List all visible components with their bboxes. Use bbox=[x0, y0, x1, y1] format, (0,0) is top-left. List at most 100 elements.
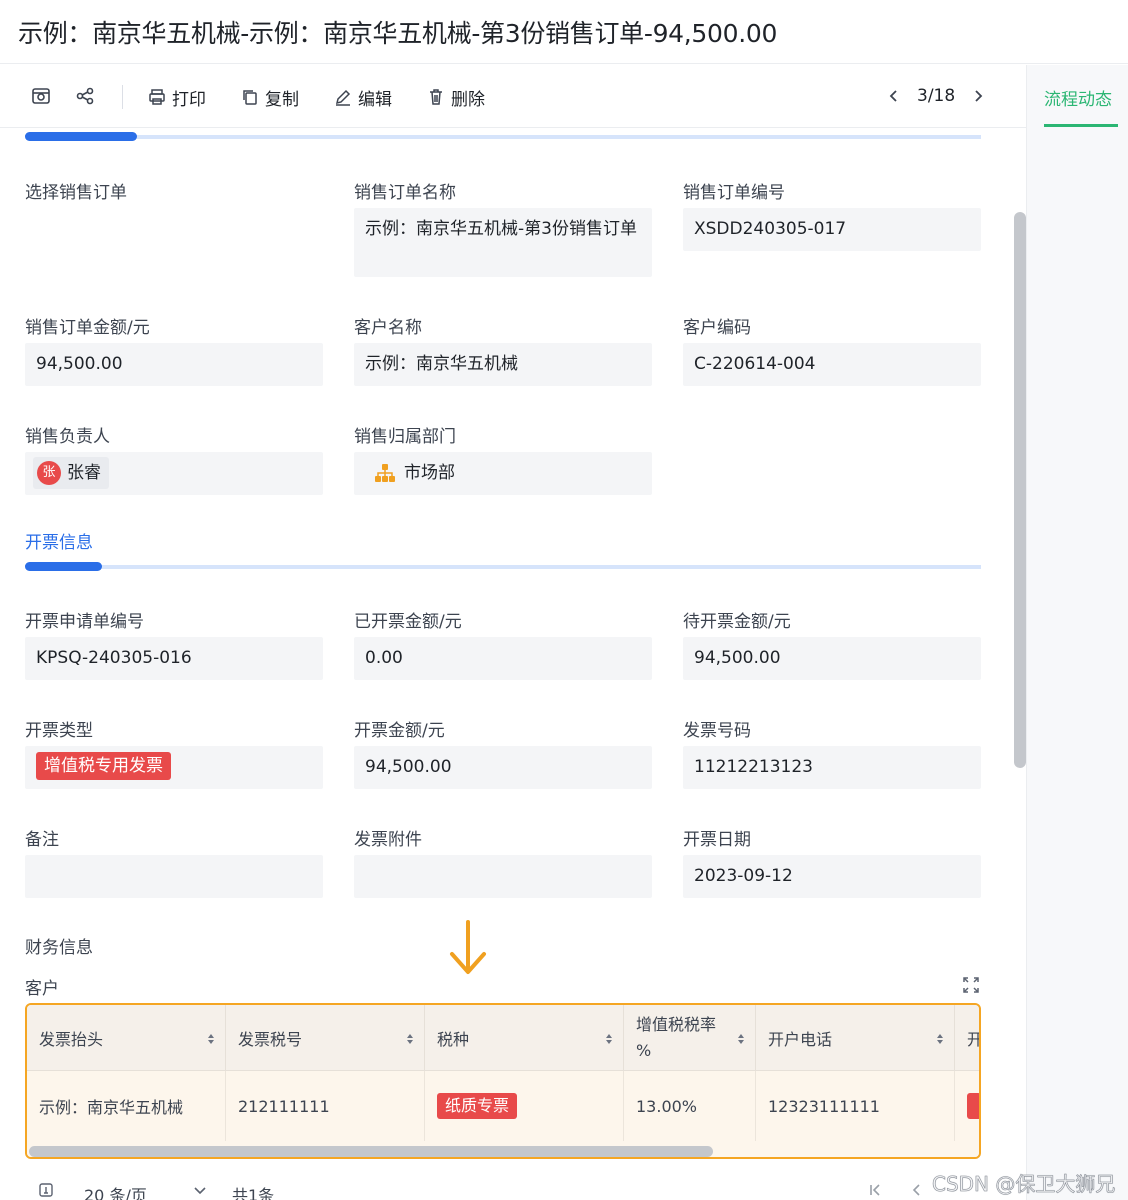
printer-icon bbox=[149, 89, 165, 105]
invoice-date-value: 2023-09-12 bbox=[694, 866, 793, 886]
cell-tax-no: 212111111 bbox=[226, 1071, 425, 1141]
customer-subtable-label: 客户 bbox=[25, 979, 59, 999]
column-header-tax-no[interactable]: 发票税号 bbox=[226, 1005, 425, 1071]
invoice-amount-label: 开票金额/元 bbox=[354, 721, 445, 741]
sort-icon[interactable] bbox=[207, 1033, 215, 1045]
column-header-phone[interactable]: 开户电话 bbox=[756, 1005, 955, 1071]
toolbar-divider bbox=[122, 85, 123, 109]
page-size-select[interactable]: 20 条/页 bbox=[84, 1182, 147, 1200]
customer-name-value: 示例：南京华五机械 bbox=[365, 354, 518, 374]
print-button[interactable]: 打印 bbox=[148, 84, 206, 110]
pending-amount-label: 待开票金额/元 bbox=[683, 612, 791, 632]
order-name-value: 示例：南京华五机械-第3份销售订单 bbox=[365, 219, 637, 239]
invoice-no-label: 发票号码 bbox=[683, 721, 751, 741]
invoice-type-label: 开票类型 bbox=[25, 721, 93, 741]
prev-page-button[interactable] bbox=[910, 1182, 924, 1200]
column-header-invoice-title[interactable]: 发票抬头 bbox=[27, 1005, 226, 1071]
vertical-scrollbar[interactable] bbox=[1014, 212, 1026, 768]
sales-dept-label: 销售归属部门 bbox=[354, 427, 456, 447]
owner-name: 张睿 bbox=[67, 463, 101, 483]
edit-button[interactable]: 编辑 bbox=[334, 84, 392, 110]
column-header-truncated[interactable]: 开 bbox=[955, 1005, 979, 1071]
invoice-date-field: 2023-09-12 bbox=[683, 855, 981, 898]
invoice-section-title: 开票信息 bbox=[25, 533, 93, 553]
invoice-section-bar bbox=[25, 562, 981, 571]
customer-code-field: C-220614-004 bbox=[683, 343, 981, 386]
order-no-value: XSDD240305-017 bbox=[694, 219, 847, 239]
cell-tax-type: 纸质专票 bbox=[425, 1071, 624, 1141]
apply-no-field: KPSQ-240305-016 bbox=[25, 637, 323, 680]
chevron-down-icon[interactable] bbox=[193, 1186, 207, 1196]
order-no-field: XSDD240305-017 bbox=[683, 208, 981, 251]
active-tab-indicator bbox=[1044, 124, 1118, 127]
order-name-field: 示例：南京华五机械-第3份销售订单 bbox=[354, 208, 652, 277]
dept-name: 市场部 bbox=[404, 463, 455, 483]
previous-record-button[interactable] bbox=[884, 85, 904, 107]
order-amount-label: 销售订单金额/元 bbox=[25, 318, 150, 338]
invoice-type-tag: 增值税专用发票 bbox=[36, 752, 171, 780]
column-header-tax-type[interactable]: 税种 bbox=[425, 1005, 624, 1071]
horizontal-scrollbar[interactable] bbox=[29, 1146, 713, 1157]
finance-info-title: 财务信息 bbox=[25, 938, 93, 958]
dept-chip[interactable]: 市场部 bbox=[370, 457, 459, 489]
record-pager: 3/18 bbox=[917, 86, 956, 106]
fullscreen-icon[interactable] bbox=[962, 976, 980, 994]
customer-code-value: C-220614-004 bbox=[694, 354, 816, 374]
person-chip[interactable]: 张 张睿 bbox=[33, 457, 109, 489]
invoice-no-value: 11212213123 bbox=[694, 757, 813, 777]
attachment-label: 发票附件 bbox=[354, 830, 422, 850]
order-amount-value: 94,500.00 bbox=[36, 354, 123, 374]
sales-owner-label: 销售负责人 bbox=[25, 427, 110, 447]
table-row[interactable]: 示例：南京华五机械 212111111 纸质专票 13.00% 12323111… bbox=[27, 1071, 979, 1141]
invoiced-amount-field: 0.00 bbox=[354, 637, 652, 680]
order-no-label: 销售订单编号 bbox=[683, 183, 785, 203]
apply-no-label: 开票申请单编号 bbox=[25, 612, 144, 632]
remark-field bbox=[25, 855, 323, 898]
cell-vat-rate: 13.00% bbox=[624, 1071, 756, 1141]
copy-button[interactable]: 复制 bbox=[241, 84, 299, 110]
share-icon[interactable] bbox=[74, 85, 96, 107]
print-label: 打印 bbox=[172, 89, 206, 110]
customer-name-label: 客户名称 bbox=[354, 318, 422, 338]
sort-icon[interactable] bbox=[605, 1033, 613, 1045]
invoice-amount-field: 94,500.00 bbox=[354, 746, 652, 789]
org-tree-icon bbox=[375, 464, 395, 482]
watermark: CSDN @保卫大狮兄 bbox=[932, 1172, 1116, 1197]
pending-amount-field: 94,500.00 bbox=[683, 637, 981, 680]
sort-icon[interactable] bbox=[936, 1033, 944, 1045]
cell-invoice-title: 示例：南京华五机械 bbox=[27, 1071, 226, 1141]
truncated-tag bbox=[967, 1093, 979, 1119]
pending-amount-value: 94,500.00 bbox=[694, 648, 781, 668]
chevron-left-icon bbox=[889, 90, 897, 102]
pencil-icon bbox=[335, 89, 351, 106]
first-page-button[interactable] bbox=[868, 1182, 882, 1200]
info-icon bbox=[39, 1183, 53, 1197]
table-header-row: 发票抬头 发票税号 税种 增值税税率 % 开户电话 开 bbox=[27, 1005, 979, 1071]
remark-label: 备注 bbox=[25, 830, 59, 850]
sort-icon[interactable] bbox=[406, 1033, 414, 1045]
customer-name-field: 示例：南京华五机械 bbox=[354, 343, 652, 386]
apply-no-value: KPSQ-240305-016 bbox=[36, 648, 192, 668]
avatar: 张 bbox=[37, 461, 61, 485]
toolbar: 打印 复制 编辑 删除 3/18 bbox=[0, 65, 1026, 128]
tab-process-activity[interactable]: 流程动态 bbox=[1044, 85, 1112, 110]
page-title: 示例：南京华五机械-示例：南京华五机械-第3份销售订单-94,500.00 bbox=[18, 19, 778, 48]
invoice-date-label: 开票日期 bbox=[683, 830, 751, 850]
sales-owner-field: 张 张睿 bbox=[25, 452, 323, 495]
view-icon[interactable] bbox=[30, 85, 52, 107]
invoice-no-field: 11212213123 bbox=[683, 746, 981, 789]
delete-label: 删除 bbox=[451, 89, 485, 110]
copy-label: 复制 bbox=[265, 89, 299, 110]
invoiced-amount-value: 0.00 bbox=[365, 648, 403, 668]
next-record-button[interactable] bbox=[968, 85, 988, 107]
table-footer: 20 条/页 共1条 bbox=[0, 1170, 1026, 1200]
first-page-icon bbox=[870, 1184, 880, 1196]
sort-icon[interactable] bbox=[737, 1033, 745, 1045]
delete-button[interactable]: 删除 bbox=[427, 84, 485, 110]
column-header-vat-rate[interactable]: 增值税税率 % bbox=[624, 1005, 756, 1071]
chevron-left-icon bbox=[912, 1184, 920, 1196]
order-amount-field: 94,500.00 bbox=[25, 343, 323, 386]
finance-table: 发票抬头 发票税号 税种 增值税税率 % 开户电话 开 示例：南京华五机械 21 bbox=[25, 1003, 981, 1159]
arrow-down-icon bbox=[450, 920, 486, 974]
title-bar: 示例：南京华五机械-示例：南京华五机械-第3份销售订单-94,500.00 bbox=[0, 0, 1128, 64]
